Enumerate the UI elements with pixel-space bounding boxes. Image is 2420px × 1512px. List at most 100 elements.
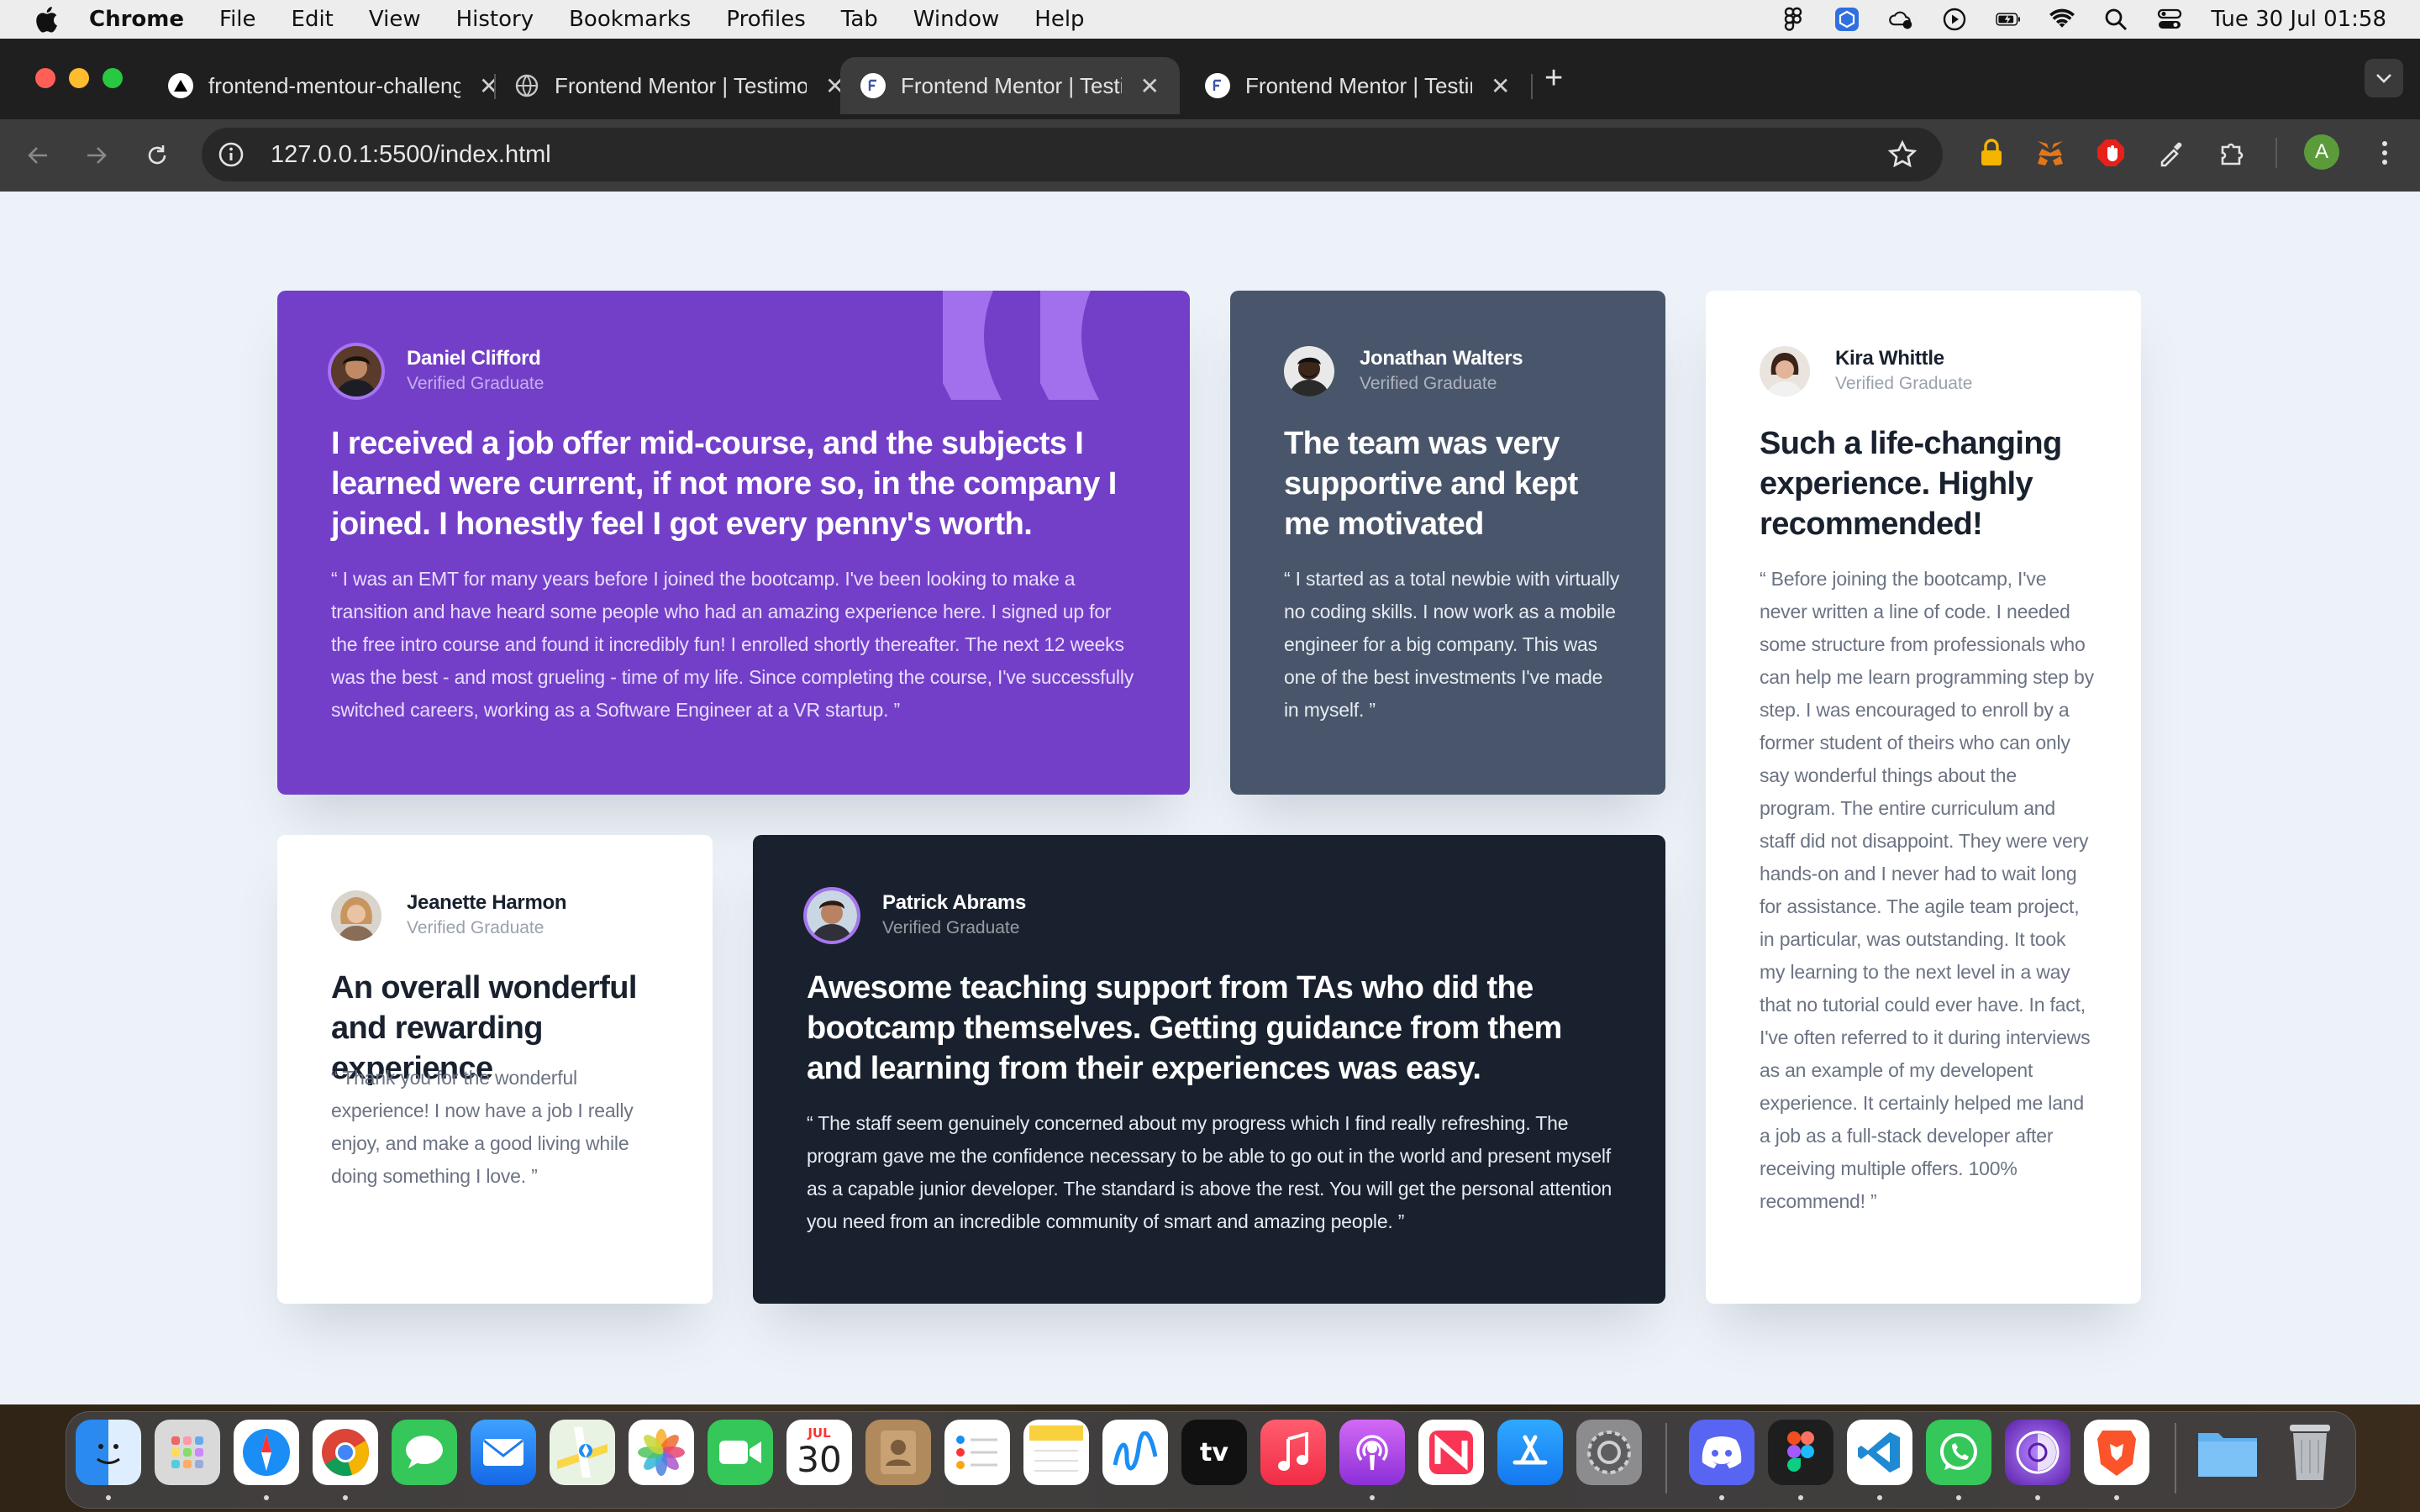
menu-bookmarks[interactable]: Bookmarks <box>569 7 691 32</box>
chrome-icon[interactable] <box>313 1420 378 1485</box>
testimonial-quote: “ Thank you for the wonderful experience… <box>331 1067 634 1187</box>
forward-button[interactable] <box>77 136 116 175</box>
music-icon[interactable] <box>1260 1420 1326 1485</box>
whatsapp-icon[interactable] <box>1926 1420 1991 1485</box>
new-tab-icon[interactable]: + <box>1544 60 1563 97</box>
tab-3-active[interactable]: Frontend Mentor | Testimonials ✕ <box>840 57 1180 114</box>
downloads-folder-icon[interactable] <box>2195 1420 2260 1485</box>
author-status: Verified Graduate <box>1835 374 1973 393</box>
zoom-window-button[interactable] <box>103 68 123 88</box>
close-tab-icon[interactable]: ✕ <box>1140 72 1160 100</box>
tab-title: Frontend Mentor | Testimonials <box>555 72 807 98</box>
figma-icon[interactable] <box>1768 1420 1833 1485</box>
author: Patrick Abrams Verified Graduate <box>807 890 1026 941</box>
battery-icon[interactable] <box>1996 7 2021 32</box>
back-button[interactable] <box>18 136 57 175</box>
menu-file[interactable]: File <box>219 7 256 32</box>
freeform-icon[interactable] <box>1102 1420 1168 1485</box>
profile-avatar[interactable]: A <box>2304 134 2339 170</box>
running-indicator <box>264 1495 269 1500</box>
tab-title: Frontend Mentor | Testimonials <box>901 72 1122 98</box>
tab-search-button[interactable] <box>2365 59 2403 97</box>
control-center-icon[interactable] <box>2157 7 2182 32</box>
avatar <box>1760 346 1810 396</box>
running-indicator <box>106 1495 111 1500</box>
menu-history[interactable]: History <box>456 7 534 32</box>
maps-icon[interactable] <box>550 1420 615 1485</box>
tab-2[interactable]: Frontend Mentor | Testimonials ✕ <box>494 57 865 114</box>
spotlight-search-icon[interactable] <box>2103 7 2128 32</box>
app-store-icon[interactable] <box>1497 1420 1563 1485</box>
facetime-icon[interactable] <box>708 1420 773 1485</box>
weather-status-icon[interactable] <box>1888 7 1913 32</box>
testimonial-quote: “ Before joining the bootcamp, I've neve… <box>1760 568 2094 1212</box>
author-status: Verified Graduate <box>407 374 544 393</box>
testimonial-quote: “ The staff seem genuinely concerned abo… <box>807 1112 1612 1232</box>
close-tab-icon[interactable]: ✕ <box>1491 72 1510 100</box>
menu-edit[interactable]: Edit <box>292 7 334 32</box>
news-icon[interactable] <box>1418 1420 1484 1485</box>
reminders-icon[interactable] <box>944 1420 1010 1485</box>
menu-app-chrome[interactable]: Chrome <box>89 7 184 32</box>
apple-icon[interactable] <box>32 3 64 35</box>
testimonial-card-daniel: Daniel Clifford Verified Graduate I rece… <box>277 291 1190 795</box>
browser-menu-icon[interactable] <box>2368 136 2402 170</box>
calendar-icon[interactable]: JUL 30 <box>786 1420 852 1485</box>
testimonial-headline: Awesome teaching support from TAs who di… <box>807 970 1562 1086</box>
tor-browser-icon[interactable] <box>2005 1420 2070 1485</box>
author-name: Jonathan Walters <box>1360 347 1523 370</box>
mail-icon[interactable] <box>471 1420 536 1485</box>
metamask-icon[interactable] <box>2033 136 2067 170</box>
brave-icon[interactable] <box>2084 1420 2149 1485</box>
extensions-puzzle-icon[interactable] <box>2215 136 2249 170</box>
author-status: Verified Graduate <box>407 918 544 937</box>
vscode-icon[interactable] <box>1847 1420 1912 1485</box>
author-name: Jeanette Harmon <box>407 891 567 914</box>
lock-extension-icon[interactable] <box>1975 136 2008 170</box>
tab-1[interactable]: frontend-mentour-challenge ✕ <box>148 57 518 114</box>
figma-status-icon[interactable] <box>1781 7 1806 32</box>
tab-title: Frontend Mentor | Testimonials <box>1245 72 1472 98</box>
tab-4[interactable]: Frontend Mentor | Testimonials ✕ <box>1185 57 1530 114</box>
site-info-icon[interactable] <box>217 140 245 169</box>
minimize-window-button[interactable] <box>69 68 89 88</box>
finder-icon[interactable] <box>76 1420 141 1485</box>
running-indicator <box>1719 1495 1724 1500</box>
menu-window[interactable]: Window <box>913 7 1000 32</box>
menu-help[interactable]: Help <box>1034 7 1084 32</box>
color-picker-extension-icon[interactable] <box>2154 136 2188 170</box>
bookmark-star-icon[interactable] <box>1887 139 1918 170</box>
messages-icon[interactable] <box>392 1420 457 1485</box>
testimonial-quote: “ I started as a total newbie with virtu… <box>1284 568 1619 721</box>
wifi-icon[interactable] <box>2049 7 2075 32</box>
address-bar[interactable]: 127.0.0.1:5500/index.html <box>202 128 1943 181</box>
reload-button[interactable] <box>138 136 176 175</box>
discord-icon[interactable] <box>1689 1420 1754 1485</box>
photos-icon[interactable] <box>629 1420 694 1485</box>
author-status: Verified Graduate <box>882 918 1020 937</box>
system-settings-icon[interactable] <box>1576 1420 1642 1485</box>
safari-icon[interactable] <box>234 1420 299 1485</box>
menu-bar: Chrome File Edit View History Bookmarks … <box>0 0 2420 39</box>
menu-clock[interactable]: Tue 30 Jul 01:58 <box>2211 7 2386 32</box>
adblock-extension-icon[interactable] <box>2094 136 2128 170</box>
frontend-mentor-icon <box>860 73 886 98</box>
menu-profiles[interactable]: Profiles <box>726 7 805 32</box>
apple-tv-icon[interactable]: tv <box>1181 1420 1247 1485</box>
close-window-button[interactable] <box>35 68 55 88</box>
running-indicator <box>1956 1495 1961 1500</box>
contacts-icon[interactable] <box>865 1420 931 1485</box>
notes-icon[interactable] <box>1023 1420 1089 1485</box>
menu-tab[interactable]: Tab <box>841 7 878 32</box>
launchpad-icon[interactable] <box>155 1420 220 1485</box>
frontend-mentor-icon <box>1205 73 1230 98</box>
vpn-status-icon[interactable] <box>1834 7 1860 32</box>
running-indicator <box>343 1495 348 1500</box>
apple-tv-label: tv <box>1200 1437 1228 1467</box>
menu-view[interactable]: View <box>369 7 421 32</box>
testimonial-card-patrick: Patrick Abrams Verified Graduate Awesome… <box>753 835 1665 1304</box>
podcasts-icon[interactable] <box>1339 1420 1405 1485</box>
play-status-icon[interactable] <box>1942 7 1967 32</box>
author-name: Daniel Clifford <box>407 347 541 370</box>
trash-icon[interactable] <box>2277 1420 2343 1485</box>
